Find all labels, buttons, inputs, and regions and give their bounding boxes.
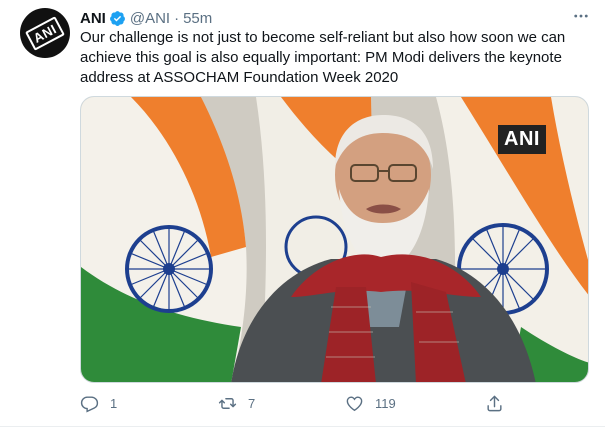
author-name[interactable]: ANI (80, 10, 106, 27)
retweet-icon (218, 397, 237, 409)
separator-dot: · (174, 9, 180, 27)
tweet-text: Our challenge is not just to become self… (80, 29, 566, 86)
retweet-button[interactable]: 7 (218, 392, 255, 414)
retweet-count: 7 (248, 395, 256, 411)
tweet-media-image[interactable]: ANI (80, 96, 589, 383)
more-icon[interactable] (569, 4, 593, 28)
ani-logo: ANI (25, 15, 65, 51)
action-bar: 1 7 119 (80, 392, 510, 414)
like-icon (346, 395, 363, 411)
reply-button[interactable]: 1 (80, 392, 117, 414)
share-button[interactable] (485, 392, 504, 414)
ani-watermark: ANI (498, 125, 546, 154)
like-button[interactable]: 119 (345, 392, 396, 414)
reply-count: 1 (110, 395, 118, 411)
tweet-timestamp[interactable]: 55m (183, 10, 212, 27)
verified-badge-icon (109, 10, 125, 26)
avatar[interactable]: ANI (20, 8, 70, 58)
tweet-header: ANI @ANI · 55m (80, 8, 212, 28)
like-count: 119 (375, 395, 396, 411)
share-icon (487, 395, 502, 411)
tweet[interactable]: ANI ANI @ANI · 55m Our challenge is not … (0, 0, 605, 427)
reply-icon (80, 395, 99, 413)
author-handle[interactable]: @ANI (130, 10, 170, 27)
